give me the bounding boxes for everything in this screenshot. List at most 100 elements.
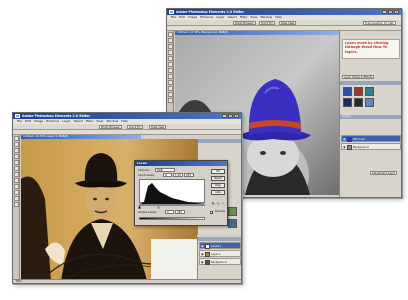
input-white-field[interactable]: 255	[184, 173, 194, 177]
zoom-tool-icon[interactable]	[14, 142, 19, 147]
layer-row-background[interactable]: ◉ Background	[199, 258, 241, 265]
bucket-tool-icon[interactable]	[14, 190, 19, 195]
help-search-input[interactable]: Type question for help	[363, 21, 396, 25]
hand-tool-icon[interactable]	[168, 44, 173, 49]
layer-row-layer-1[interactable]: ◉ Layer 1	[199, 250, 241, 257]
lasso-tool-icon[interactable]	[14, 166, 19, 171]
output-levels-label: Output Levels:	[138, 211, 157, 214]
preview-label: Preview	[214, 210, 225, 213]
front-status-bar: 50%	[13, 279, 241, 283]
visibility-eye-icon[interactable]: ◉	[343, 146, 346, 149]
reset-button[interactable]: Reset	[211, 176, 225, 181]
lasso-tool-icon[interactable]	[168, 62, 173, 67]
layer-thumbnail	[205, 252, 210, 257]
style-thumb-blue[interactable]	[343, 87, 352, 96]
eyedropper-tool-icon[interactable]	[14, 154, 19, 159]
magic-wand-tool-icon[interactable]	[168, 68, 173, 73]
ok-button[interactable]: OK	[211, 169, 225, 174]
style-thumb-sky[interactable]	[365, 98, 374, 107]
output-gradient-bar[interactable]	[139, 217, 205, 220]
levels-dialog: Levels Channel: RGB Input Levels: 0 1.00…	[134, 160, 228, 226]
style-thumb-2[interactable]	[228, 219, 237, 228]
front-layers-header	[198, 237, 241, 241]
quick-fix-button[interactable]: Quick Fix	[259, 21, 275, 25]
levels-dialog-title[interactable]: Levels	[135, 161, 227, 166]
layer-name: Levels 1	[211, 245, 222, 248]
styles-palette-header	[340, 81, 401, 85]
input-gamma-field[interactable]: 1.00	[173, 173, 183, 177]
visibility-eye-icon[interactable]: ◉	[201, 261, 204, 264]
input-slider-track[interactable]	[139, 204, 205, 206]
marquee-tool-icon[interactable]	[14, 160, 19, 165]
layer-name: Background	[353, 146, 369, 149]
move-tool-icon[interactable]	[168, 32, 173, 37]
move-tool-icon[interactable]	[14, 136, 19, 141]
hint-line-3: topics.	[345, 49, 358, 54]
eyedropper-tool-icon[interactable]	[168, 50, 173, 55]
layer-row-levels-1[interactable]: ◉ Levels 1	[199, 242, 241, 249]
visibility-eye-icon[interactable]: ◉	[343, 138, 346, 141]
crop-tool-icon[interactable]	[14, 202, 19, 207]
photo-browser-button[interactable]: Photo Browser	[99, 125, 122, 129]
layer-name: Hat Color	[353, 138, 366, 141]
layer-thumbnail	[347, 137, 352, 142]
style-thumb-navy[interactable]	[343, 98, 352, 107]
white-point-slider-icon[interactable]: ▲	[202, 205, 205, 209]
close-icon[interactable]: ×	[234, 114, 239, 118]
layer-row-hat-color[interactable]: ◉ Hat Color	[341, 135, 401, 142]
output-white-field[interactable]: 255	[175, 210, 185, 214]
layer-styles-tab[interactable]: Layer Styles & Effects	[342, 75, 375, 79]
adjustment-layer-button[interactable]: Adjustment Layer	[370, 171, 397, 175]
front-layers-palette: ◉ Levels 1 ◉ Layer 1 ◉ Background	[197, 237, 241, 281]
minimize-icon[interactable]: _	[222, 114, 227, 118]
layer-thumbnail	[205, 244, 210, 249]
marquee-tool-icon[interactable]	[168, 56, 173, 61]
date-view-button[interactable]: Date View	[279, 21, 297, 25]
black-eyedropper-icon[interactable]: ✎	[212, 201, 215, 206]
style-thumb-red[interactable]	[354, 87, 363, 96]
eraser-tool-icon[interactable]	[14, 184, 19, 189]
minimize-icon[interactable]: _	[382, 10, 387, 14]
how-to-hint-box: Learn more by clicking through these How…	[342, 39, 400, 59]
style-thumb-teal[interactable]	[365, 87, 374, 96]
brush-tool-icon[interactable]	[168, 74, 173, 79]
magic-wand-tool-icon[interactable]	[14, 172, 19, 177]
visibility-eye-icon[interactable]: ◉	[201, 245, 204, 248]
gray-eyedropper-icon[interactable]: ✎	[217, 201, 220, 206]
type-tool-icon[interactable]	[168, 92, 173, 97]
app-icon	[169, 10, 174, 14]
layer-thumbnail	[205, 260, 210, 265]
layers-palette-header: Layers	[340, 115, 401, 119]
style-thumb-1[interactable]	[228, 207, 237, 216]
hand-tool-icon[interactable]	[14, 148, 19, 153]
style-thumb-dark[interactable]	[354, 98, 363, 107]
front-toolbox	[13, 135, 20, 281]
quick-fix-button[interactable]: Quick Fix	[127, 125, 143, 129]
layer-thumbnail	[347, 145, 352, 150]
layer-row-background[interactable]: ◉ Background	[341, 143, 401, 150]
auto-button[interactable]: Auto	[211, 190, 225, 195]
white-eyedropper-icon[interactable]: ✎	[222, 201, 225, 206]
zoom-tool-icon[interactable]	[168, 38, 173, 43]
visibility-eye-icon[interactable]: ◉	[201, 253, 204, 256]
black-point-slider-icon[interactable]: ▲	[138, 205, 141, 209]
layer-name: Background	[211, 261, 227, 264]
photo-browser-button[interactable]: Photo Browser	[233, 21, 256, 25]
channel-select[interactable]: RGB	[155, 168, 175, 172]
date-view-button[interactable]: Date View	[149, 125, 167, 129]
eraser-tool-icon[interactable]	[168, 80, 173, 85]
output-black-field[interactable]: 0	[165, 210, 174, 214]
brush-tool-icon[interactable]	[14, 178, 19, 183]
crop-tool-icon[interactable]	[168, 98, 173, 103]
gamma-slider-icon[interactable]: ▲	[157, 205, 160, 209]
input-black-field[interactable]: 0	[163, 173, 172, 177]
preview-checkbox[interactable]: ✓	[210, 211, 214, 215]
app-icon	[15, 114, 20, 118]
maximize-icon[interactable]: □	[388, 10, 393, 14]
help-button[interactable]: Help	[211, 183, 225, 188]
type-tool-icon[interactable]	[14, 196, 19, 201]
bucket-tool-icon[interactable]	[168, 86, 173, 91]
maximize-icon[interactable]: □	[228, 114, 233, 118]
close-icon[interactable]: ×	[394, 10, 399, 14]
layer-name: Layer 1	[211, 253, 221, 256]
